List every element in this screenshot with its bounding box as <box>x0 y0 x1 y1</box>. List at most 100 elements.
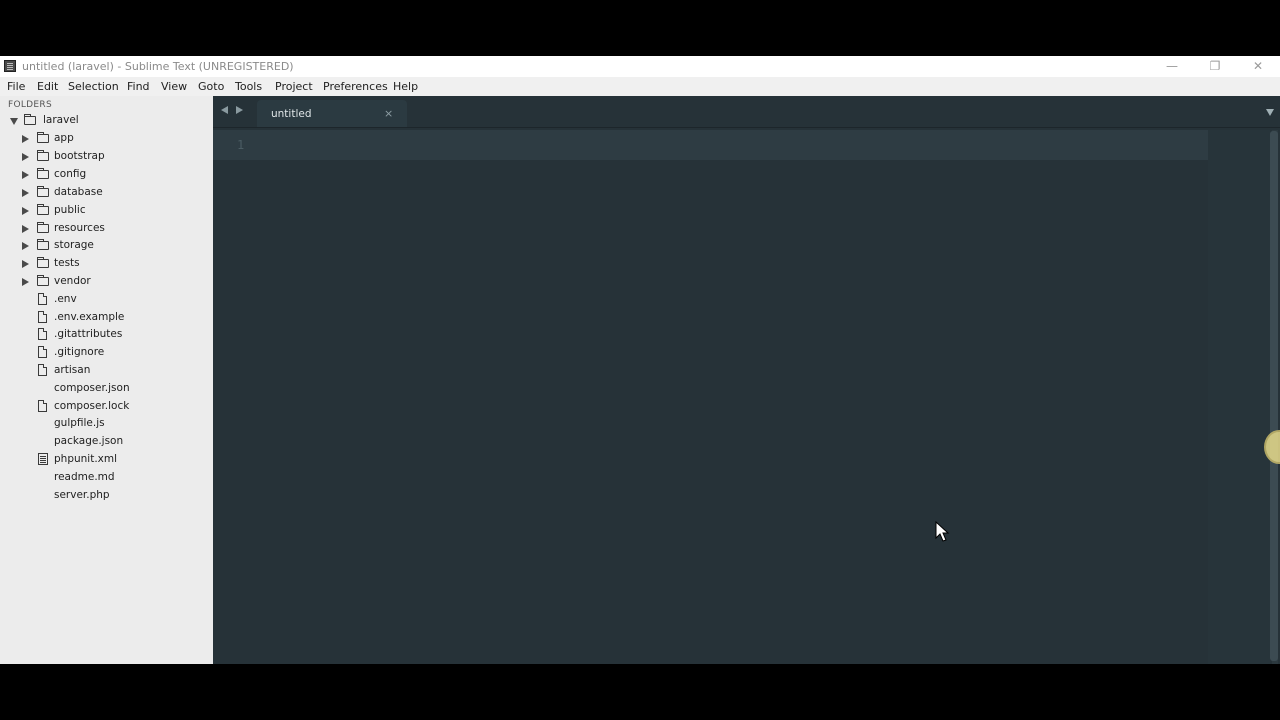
tree-label: config <box>54 168 87 180</box>
tree-label: artisan <box>54 364 91 376</box>
tree-item-vendor[interactable]: vendor <box>0 274 213 290</box>
tree-label: vendor <box>54 275 91 287</box>
title-bar: untitled (laravel) - Sublime Text (UNREG… <box>0 56 1280 77</box>
chevron-right-icon[interactable] <box>22 153 29 161</box>
file-icon <box>38 311 47 323</box>
file-icon <box>38 293 47 305</box>
tree-item-gitattributes[interactable]: .gitattributes <box>0 327 213 343</box>
tree-label: database <box>54 186 103 198</box>
menu-selection[interactable]: Selection <box>68 80 119 93</box>
tree-item-storage[interactable]: storage <box>0 238 213 254</box>
folder-open-icon <box>24 114 36 125</box>
folder-icon <box>37 150 49 161</box>
chevron-right-icon[interactable] <box>22 278 29 286</box>
tree-label: laravel <box>43 114 79 126</box>
tree-item-readme[interactable]: readme.md <box>0 470 213 486</box>
tree-item-public[interactable]: public <box>0 203 213 219</box>
menu-preferences[interactable]: Preferences <box>323 80 388 93</box>
tree-label: tests <box>54 257 80 269</box>
tree-item-package-json[interactable]: package.json <box>0 434 213 450</box>
tree-item-resources[interactable]: resources <box>0 221 213 237</box>
tree-label: server.php <box>54 489 110 501</box>
menu-edit[interactable]: Edit <box>37 80 58 93</box>
folders-heading: FOLDERS <box>8 100 52 110</box>
file-icon <box>38 400 47 412</box>
minimap[interactable] <box>1208 130 1270 664</box>
tree-label: gulpfile.js <box>54 417 105 429</box>
tree-label: storage <box>54 239 94 251</box>
current-line-highlight <box>213 130 1208 160</box>
tab-bar: untitled × <box>213 96 1280 128</box>
tree-item-env[interactable]: .env <box>0 292 213 308</box>
tree-item-gulpfile[interactable]: gulpfile.js <box>0 416 213 432</box>
folder-icon <box>37 275 49 286</box>
tree-label: .gitattributes <box>54 328 123 340</box>
chevron-right-icon[interactable] <box>22 225 29 233</box>
folder-icon <box>37 168 49 179</box>
tree-label: public <box>54 204 86 216</box>
file-icon <box>38 346 47 358</box>
folder-icon <box>37 132 49 143</box>
tab-dropdown-icon[interactable] <box>1266 109 1274 116</box>
maximize-button[interactable]: ❐ <box>1193 56 1237 77</box>
folder-icon <box>37 186 49 197</box>
tree-label: composer.json <box>54 382 130 394</box>
tree-label: readme.md <box>54 471 115 483</box>
chevron-right-icon[interactable] <box>22 171 29 179</box>
tree-item-artisan[interactable]: artisan <box>0 363 213 379</box>
tab-label: untitled <box>271 108 312 120</box>
menu-view[interactable]: View <box>161 80 187 93</box>
tab-scroll-left-icon[interactable] <box>221 106 228 114</box>
tree-label: .env <box>54 293 77 305</box>
tree-label: composer.lock <box>54 400 130 412</box>
minimize-button[interactable]: — <box>1150 56 1194 77</box>
tree-item-bootstrap[interactable]: bootstrap <box>0 149 213 165</box>
tree-item-composer-json[interactable]: composer.json <box>0 381 213 397</box>
chevron-right-icon[interactable] <box>22 135 29 143</box>
mouse-pointer-icon <box>935 521 950 542</box>
file-icon <box>38 328 47 340</box>
tree-item-database[interactable]: database <box>0 185 213 201</box>
window-title: untitled (laravel) - Sublime Text (UNREG… <box>22 60 294 73</box>
tree-label: package.json <box>54 435 124 447</box>
tree-root-laravel[interactable]: laravel <box>0 113 213 129</box>
chevron-right-icon[interactable] <box>22 242 29 250</box>
tree-item-app[interactable]: app <box>0 131 213 147</box>
chevron-right-icon[interactable] <box>22 207 29 215</box>
tree-label: .env.example <box>54 311 125 323</box>
menu-file[interactable]: File <box>7 80 25 93</box>
tab-close-icon[interactable]: × <box>384 107 393 120</box>
menu-bar: File Edit Selection Find View Goto Tools… <box>0 77 1280 96</box>
xml-file-icon <box>38 453 48 465</box>
menu-find[interactable]: Find <box>127 80 150 93</box>
tree-item-phpunit-xml[interactable]: phpunit.xml <box>0 452 213 468</box>
tree-item-config[interactable]: config <box>0 167 213 183</box>
tree-item-composer-lock[interactable]: composer.lock <box>0 399 213 415</box>
menu-project[interactable]: Project <box>275 80 313 93</box>
scrollbar-thumb[interactable] <box>1270 131 1278 661</box>
tree-label: bootstrap <box>54 150 105 162</box>
folder-icon <box>37 239 49 250</box>
tree-item-tests[interactable]: tests <box>0 256 213 272</box>
editor-area[interactable]: untitled × 1 <box>213 96 1280 664</box>
menu-tools[interactable]: Tools <box>235 80 262 93</box>
file-icon <box>38 364 47 376</box>
line-number: 1 <box>237 138 245 152</box>
tree-label: app <box>54 132 74 144</box>
tree-label: .gitignore <box>54 346 105 358</box>
folder-icon <box>37 257 49 268</box>
folder-icon <box>37 222 49 233</box>
tab-untitled[interactable]: untitled × <box>257 100 407 127</box>
tree-item-env-example[interactable]: .env.example <box>0 310 213 326</box>
tree-item-server-php[interactable]: server.php <box>0 488 213 504</box>
tab-scroll-right-icon[interactable] <box>236 106 243 114</box>
sublime-app-icon <box>4 60 16 72</box>
chevron-down-icon[interactable] <box>10 118 18 125</box>
menu-goto[interactable]: Goto <box>198 80 224 93</box>
menu-help[interactable]: Help <box>393 80 418 93</box>
tree-label: phpunit.xml <box>54 453 118 465</box>
chevron-right-icon[interactable] <box>22 260 29 268</box>
chevron-right-icon[interactable] <box>22 189 29 197</box>
tree-item-gitignore[interactable]: .gitignore <box>0 345 213 361</box>
close-window-button[interactable]: ✕ <box>1236 56 1280 77</box>
